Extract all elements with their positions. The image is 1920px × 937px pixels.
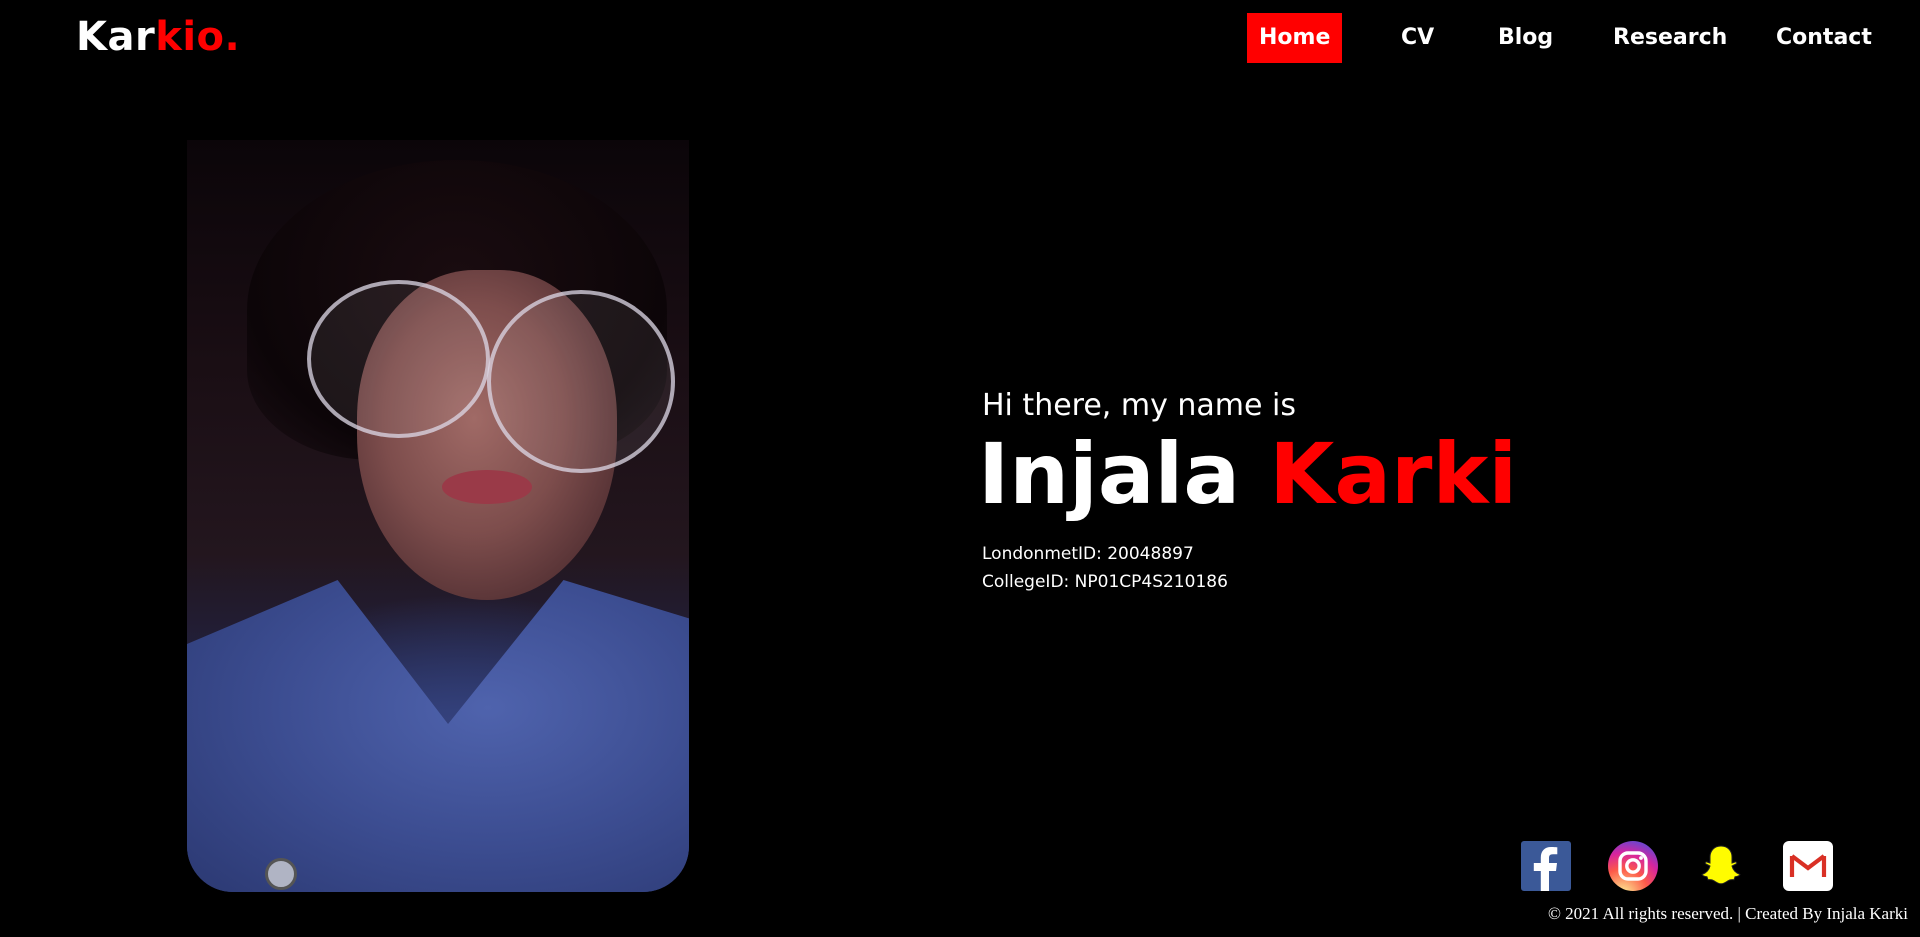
last-name: Karki — [1269, 425, 1518, 523]
photo-glasses-right — [487, 290, 675, 473]
main-nav: Home CV Blog Research Contact — [0, 13, 1920, 63]
photo-shirt-button — [265, 858, 297, 890]
profile-photo — [187, 140, 689, 892]
facebook-icon[interactable] — [1521, 841, 1571, 891]
first-name: Injala — [978, 425, 1241, 523]
greeting-text: Hi there, my name is — [982, 388, 1296, 423]
hero-name: Injala Karki — [978, 432, 1517, 516]
nav-contact[interactable]: Contact — [1776, 13, 1872, 63]
footer-copyright: © 2021 All rights reserved. | Created By… — [1547, 904, 1908, 923]
college-id: CollegeID: NP01CP4S210186 — [982, 572, 1228, 592]
nav-research[interactable]: Research — [1613, 13, 1727, 63]
gmail-icon[interactable] — [1783, 841, 1833, 891]
photo-shirt — [187, 580, 689, 892]
nav-cv[interactable]: CV — [1401, 13, 1434, 63]
nav-home[interactable]: Home — [1247, 13, 1343, 63]
snapchat-icon[interactable] — [1696, 841, 1746, 891]
instagram-icon[interactable] — [1608, 841, 1658, 891]
student-ids: LondonmetID: 20048897 CollegeID: NP01CP4… — [982, 540, 1228, 596]
nav-blog[interactable]: Blog — [1498, 13, 1553, 63]
photo-lips — [442, 470, 532, 504]
page: Karkio. Home CV Blog Research Contact Hi… — [0, 0, 1920, 937]
photo-glasses-left — [307, 280, 490, 438]
london-met-id: LondonmetID: 20048897 — [982, 544, 1194, 564]
